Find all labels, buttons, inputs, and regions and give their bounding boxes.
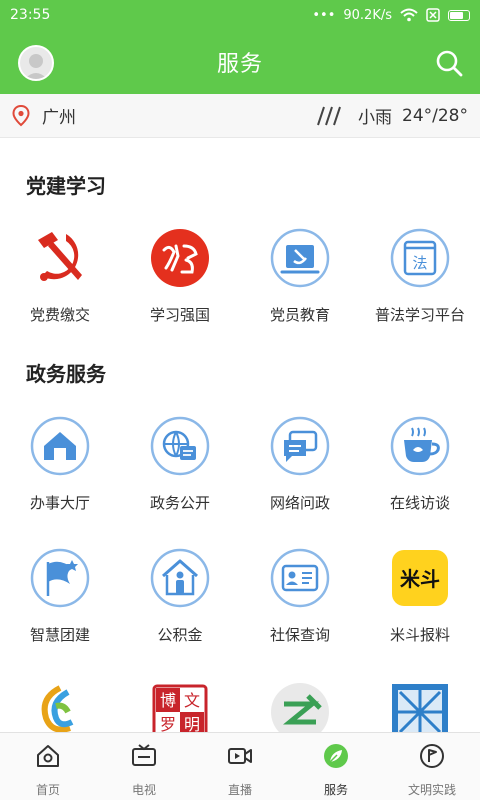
- house-icon: [30, 416, 90, 476]
- services-content: 党建学习 党费缴交 学习强国 党员教育 法 普法学习平台 政务服务 办事大厅 政…: [0, 138, 480, 732]
- seal-char-ming: 明: [184, 715, 200, 732]
- service-label: 在线访谈: [389, 494, 450, 512]
- service-label: 党员教育: [269, 306, 330, 324]
- globe-document-icon: [150, 416, 210, 476]
- service-item-party-education[interactable]: 党员教育: [240, 228, 360, 325]
- bowen-seal-logo: 博 文 罗 明: [152, 684, 208, 732]
- tv-icon: [132, 744, 156, 766]
- service-label: 办事大厅: [29, 494, 90, 512]
- sim-icon: [426, 8, 440, 22]
- seal-char-wen: 文: [184, 691, 200, 710]
- house-person-icon: [150, 548, 210, 608]
- status-bar: 23:55 ••• 90.2K/s: [0, 0, 480, 30]
- section-title-government: 政务服务: [26, 362, 106, 386]
- nav-label: 服务: [323, 783, 348, 797]
- service-item-swirl[interactable]: [0, 682, 120, 732]
- location-pin-icon[interactable]: [12, 104, 30, 127]
- nav-label: 首页: [35, 783, 60, 797]
- service-item-gov-open[interactable]: 政务公开: [120, 416, 240, 513]
- app-header: 服务: [0, 30, 480, 94]
- service-item-law-study[interactable]: 法 普法学习平台: [360, 228, 480, 325]
- service-item-social-security[interactable]: 社保查询: [240, 548, 360, 645]
- service-item-smart-league[interactable]: 智慧团建: [0, 548, 120, 645]
- compass-leaf-icon: [324, 744, 348, 768]
- nav-tv[interactable]: 电视: [96, 733, 192, 800]
- service-item-bowen[interactable]: 博 文 罗 明: [120, 682, 240, 732]
- service-label: 学习强国: [149, 306, 210, 324]
- service-item-party-fee[interactable]: 党费缴交: [0, 228, 120, 325]
- svg-text:法: 法: [412, 254, 427, 272]
- service-label: 米斗报料: [389, 626, 450, 644]
- seal-char-luo: 罗: [160, 715, 176, 732]
- flag-circle-icon: [420, 744, 444, 768]
- nav-live[interactable]: 直播: [192, 733, 288, 800]
- service-label: 政务公开: [149, 494, 210, 512]
- network-speed: 90.2K/s: [343, 7, 392, 23]
- rain-icon: [317, 106, 341, 125]
- nav-home[interactable]: 首页: [0, 733, 96, 800]
- service-label: 网络问政: [269, 494, 330, 512]
- teacup-icon: [390, 416, 450, 476]
- service-item-housing-fund[interactable]: 公积金: [120, 548, 240, 645]
- nav-label: 电视: [131, 783, 156, 797]
- battery-icon: [448, 9, 470, 21]
- wifi-icon: [400, 8, 418, 22]
- page-title: 服务: [216, 52, 263, 77]
- nav-label: 文明实践: [407, 783, 456, 797]
- midou-logo: 米斗: [392, 550, 448, 606]
- service-item-online-interview[interactable]: 在线访谈: [360, 416, 480, 513]
- party-flag-icon: [270, 228, 330, 288]
- video-icon: [228, 748, 252, 764]
- chat-bubbles-icon: [270, 416, 330, 476]
- law-book-icon: 法: [390, 228, 450, 288]
- service-item-online-inquiry[interactable]: 网络问政: [240, 416, 360, 513]
- flag-icon: [30, 548, 90, 608]
- service-item-hall[interactable]: 办事大厅: [0, 416, 120, 513]
- service-label: 公积金: [157, 626, 203, 644]
- service-label: 普法学习平台: [374, 306, 465, 324]
- screen: 23:55 ••• 90.2K/s 服务 广州 小雨 24°/28° 党建学习 …: [0, 0, 480, 800]
- avatar-icon: [24, 54, 48, 79]
- blue-window-logo: [392, 684, 448, 732]
- service-item-xuexi[interactable]: 学习强国: [120, 228, 240, 325]
- service-label: 社保查询: [269, 626, 330, 644]
- section-title-party: 党建学习: [26, 174, 106, 198]
- user-avatar[interactable]: [18, 45, 54, 81]
- bottom-nav: 首页 电视 直播 服务 文明实践: [0, 732, 480, 800]
- id-card-icon: [270, 548, 330, 608]
- service-item-midou[interactable]: 米斗 米斗报料: [360, 548, 480, 645]
- service-item-blue-window[interactable]: [360, 682, 480, 732]
- dots-icon: •••: [312, 7, 336, 23]
- home-icon: [37, 745, 59, 767]
- nav-services[interactable]: 服务: [288, 733, 384, 800]
- weather-bar: 广州 小雨 24°/28°: [0, 94, 480, 138]
- service-label: 党费缴交: [29, 306, 90, 324]
- zhi-logo: [271, 683, 329, 732]
- status-time: 23:55: [10, 7, 51, 23]
- nav-label: 直播: [227, 783, 252, 797]
- search-icon[interactable]: [434, 48, 464, 78]
- weather-condition: 小雨: [358, 108, 392, 128]
- weather-temperature: 24°/28°: [402, 105, 468, 126]
- swirl-logo: [41, 685, 74, 732]
- midou-logo-text: 米斗: [400, 567, 440, 591]
- nav-civilization[interactable]: 文明实践: [384, 733, 480, 800]
- city-name[interactable]: 广州: [42, 103, 316, 128]
- service-label: 智慧团建: [29, 626, 90, 644]
- hammer-sickle-icon: [38, 232, 82, 281]
- xuexi-qiangguo-logo: [151, 229, 209, 287]
- seal-char-bo: 博: [160, 691, 176, 710]
- service-item-zhi[interactable]: [240, 682, 360, 732]
